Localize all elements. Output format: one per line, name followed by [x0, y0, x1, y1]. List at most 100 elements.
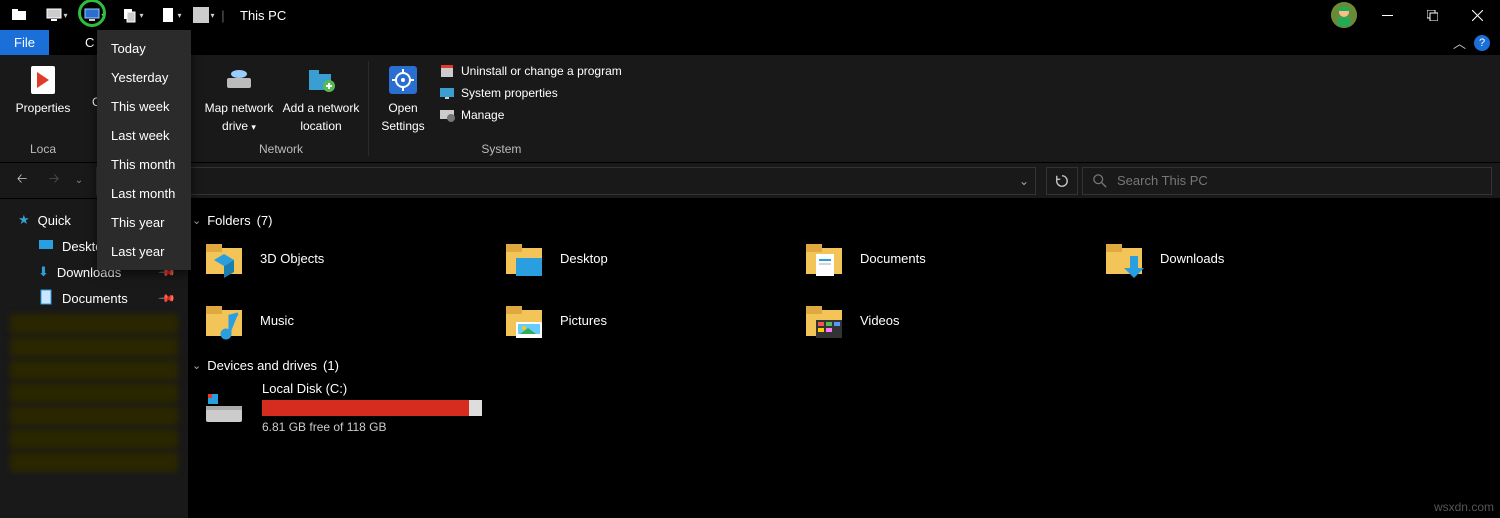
dropdown-item-last-month[interactable]: Last month: [97, 179, 191, 208]
ribbon-group-system: Open Settings Uninstall or change a prog…: [369, 55, 634, 162]
chevron-down-icon: ⌄: [192, 359, 201, 372]
navigation-bar: 🡠 🡢 ⌄ PC › ⌄ Search This PC: [0, 163, 1500, 199]
ribbon: Properties Loca C ccess edia ▾ Map netwo…: [0, 55, 1500, 163]
close-button[interactable]: [1455, 0, 1500, 30]
desktop-icon: [38, 237, 54, 256]
qat-date-dropdown: TodayYesterdayThis weekLast weekThis mon…: [97, 30, 191, 270]
map-network-drive-button[interactable]: Map network drive ▾: [200, 59, 278, 133]
drive-info: Local Disk (C:) 6.81 GB free of 118 GB: [262, 381, 482, 434]
folder-music[interactable]: Music: [202, 298, 502, 342]
properties-icon: [26, 63, 60, 97]
watermark-text: wsxdn.com: [1434, 500, 1494, 514]
nav-forward-button[interactable]: 🡢: [40, 167, 68, 195]
qat-small-icon[interactable]: ▾: [190, 0, 218, 30]
refresh-button[interactable]: [1046, 167, 1078, 195]
folder-icon: [502, 236, 546, 280]
star-icon: ★: [18, 212, 30, 228]
folder-icon: [202, 236, 246, 280]
qat-folder-icon[interactable]: [0, 0, 38, 30]
window-title: This PC: [240, 8, 286, 23]
folder-documents[interactable]: Documents: [802, 236, 1102, 280]
add-network-location-button[interactable]: Add a network location: [280, 59, 362, 133]
refresh-icon: [1055, 174, 1069, 188]
address-bar[interactable]: PC › ⌄: [96, 167, 1036, 195]
drive-icon: [202, 386, 246, 430]
qat-copy-icon[interactable]: ▾: [114, 0, 152, 30]
nav-back-button[interactable]: 🡠: [8, 167, 36, 195]
folder-pictures[interactable]: Pictures: [502, 298, 802, 342]
dropdown-item-today[interactable]: Today: [97, 34, 191, 63]
search-input[interactable]: Search This PC: [1082, 167, 1492, 195]
settings-gear-icon: [386, 63, 420, 97]
group-label-network: Network: [259, 142, 303, 160]
drives-section-header[interactable]: ⌄ Devices and drives (1): [192, 358, 1496, 373]
dropdown-item-this-year[interactable]: This year: [97, 208, 191, 237]
dropdown-item-last-year[interactable]: Last year: [97, 237, 191, 266]
dropdown-item-last-week[interactable]: Last week: [97, 121, 191, 150]
document-icon: [38, 289, 54, 308]
folder-desktop[interactable]: Desktop: [502, 236, 802, 280]
drive-space-bar: [262, 400, 482, 416]
maximize-button[interactable]: [1410, 0, 1455, 30]
sidebar-blurred-item: [10, 452, 178, 472]
manage-button[interactable]: Manage: [433, 105, 628, 125]
qat-thispc-icon[interactable]: ▾: [76, 0, 114, 30]
search-placeholder: Search This PC: [1117, 173, 1208, 188]
ribbon-group-network: Map network drive ▾ Add a network locati…: [194, 55, 368, 162]
sidebar-blurred-item: [10, 383, 178, 403]
drive-local-c[interactable]: Local Disk (C:) 6.81 GB free of 118 GB: [202, 381, 1496, 434]
qat-separator: |: [218, 0, 228, 30]
ribbon-group-location: Properties Loca: [0, 55, 86, 162]
pin-icon: 📌: [158, 289, 177, 308]
folder-videos[interactable]: Videos: [802, 298, 1102, 342]
folder-downloads[interactable]: Downloads: [1102, 236, 1402, 280]
group-label-location: Loca: [30, 142, 56, 160]
properties-button[interactable]: Properties: [8, 59, 78, 115]
ribbon-collapse-chevron-icon[interactable]: ︿: [1453, 33, 1466, 52]
help-icon[interactable]: ?: [1474, 35, 1490, 51]
sidebar-blurred-item: [10, 406, 178, 426]
sidebar-blurred-item: [10, 360, 178, 380]
folders-grid: 3D Objects Desktop Documents Downloads M…: [202, 236, 1496, 342]
group-label-system: System: [481, 142, 521, 160]
qat-doc-icon[interactable]: ▾: [152, 0, 190, 30]
uninstall-icon: [439, 63, 455, 79]
folder-3d-objects[interactable]: 3D Objects: [202, 236, 502, 280]
ribbon-tabs: File C ︿ ?: [0, 30, 1500, 55]
search-icon: [1093, 174, 1107, 188]
system-list: Uninstall or change a program System pro…: [433, 59, 628, 133]
user-avatar[interactable]: [1331, 2, 1357, 28]
minimize-button[interactable]: [1365, 0, 1410, 30]
tab-file[interactable]: File: [0, 30, 49, 55]
content-pane: ⌄ Folders (7) 3D Objects Desktop Documen…: [188, 199, 1500, 518]
qat-desktop-icon[interactable]: ▾: [38, 0, 76, 30]
manage-icon: [439, 107, 455, 123]
download-icon: ⬇: [38, 264, 49, 280]
chevron-down-icon: ⌄: [192, 214, 201, 227]
sidebar-item-documents[interactable]: Documents 📌: [0, 285, 188, 311]
folder-icon: [202, 298, 246, 342]
map-network-drive-icon: [222, 63, 256, 97]
uninstall-program-button[interactable]: Uninstall or change a program: [433, 61, 628, 81]
main-body: ★ Quick Desktop 📌 ⬇ Downloads 📌 Document…: [0, 199, 1500, 518]
title-bar: ▾ ▾ ▾ ▾ ▾ | This PC: [0, 0, 1500, 30]
dropdown-item-this-month[interactable]: This month: [97, 150, 191, 179]
address-history-dropdown[interactable]: ⌄: [1019, 174, 1029, 188]
add-network-location-icon: [304, 63, 338, 97]
quick-access-toolbar: ▾ ▾ ▾ ▾ ▾ |: [0, 0, 228, 30]
dropdown-item-yesterday[interactable]: Yesterday: [97, 63, 191, 92]
drive-space-fill: [262, 400, 469, 416]
properties-label: Properties: [16, 101, 71, 115]
folder-icon: [1102, 236, 1146, 280]
drive-free-text: 6.81 GB free of 118 GB: [262, 420, 482, 434]
folder-icon: [802, 298, 846, 342]
folders-section-header[interactable]: ⌄ Folders (7): [192, 213, 1496, 228]
folder-icon: [502, 298, 546, 342]
system-properties-button[interactable]: System properties: [433, 83, 628, 103]
sidebar-blurred-item: [10, 337, 178, 357]
dropdown-item-this-week[interactable]: This week: [97, 92, 191, 121]
nav-recent-dropdown[interactable]: ⌄: [72, 167, 86, 195]
sidebar-blurred-item: [10, 314, 178, 334]
open-settings-button[interactable]: Open Settings: [375, 59, 431, 133]
system-properties-icon: [439, 85, 455, 101]
